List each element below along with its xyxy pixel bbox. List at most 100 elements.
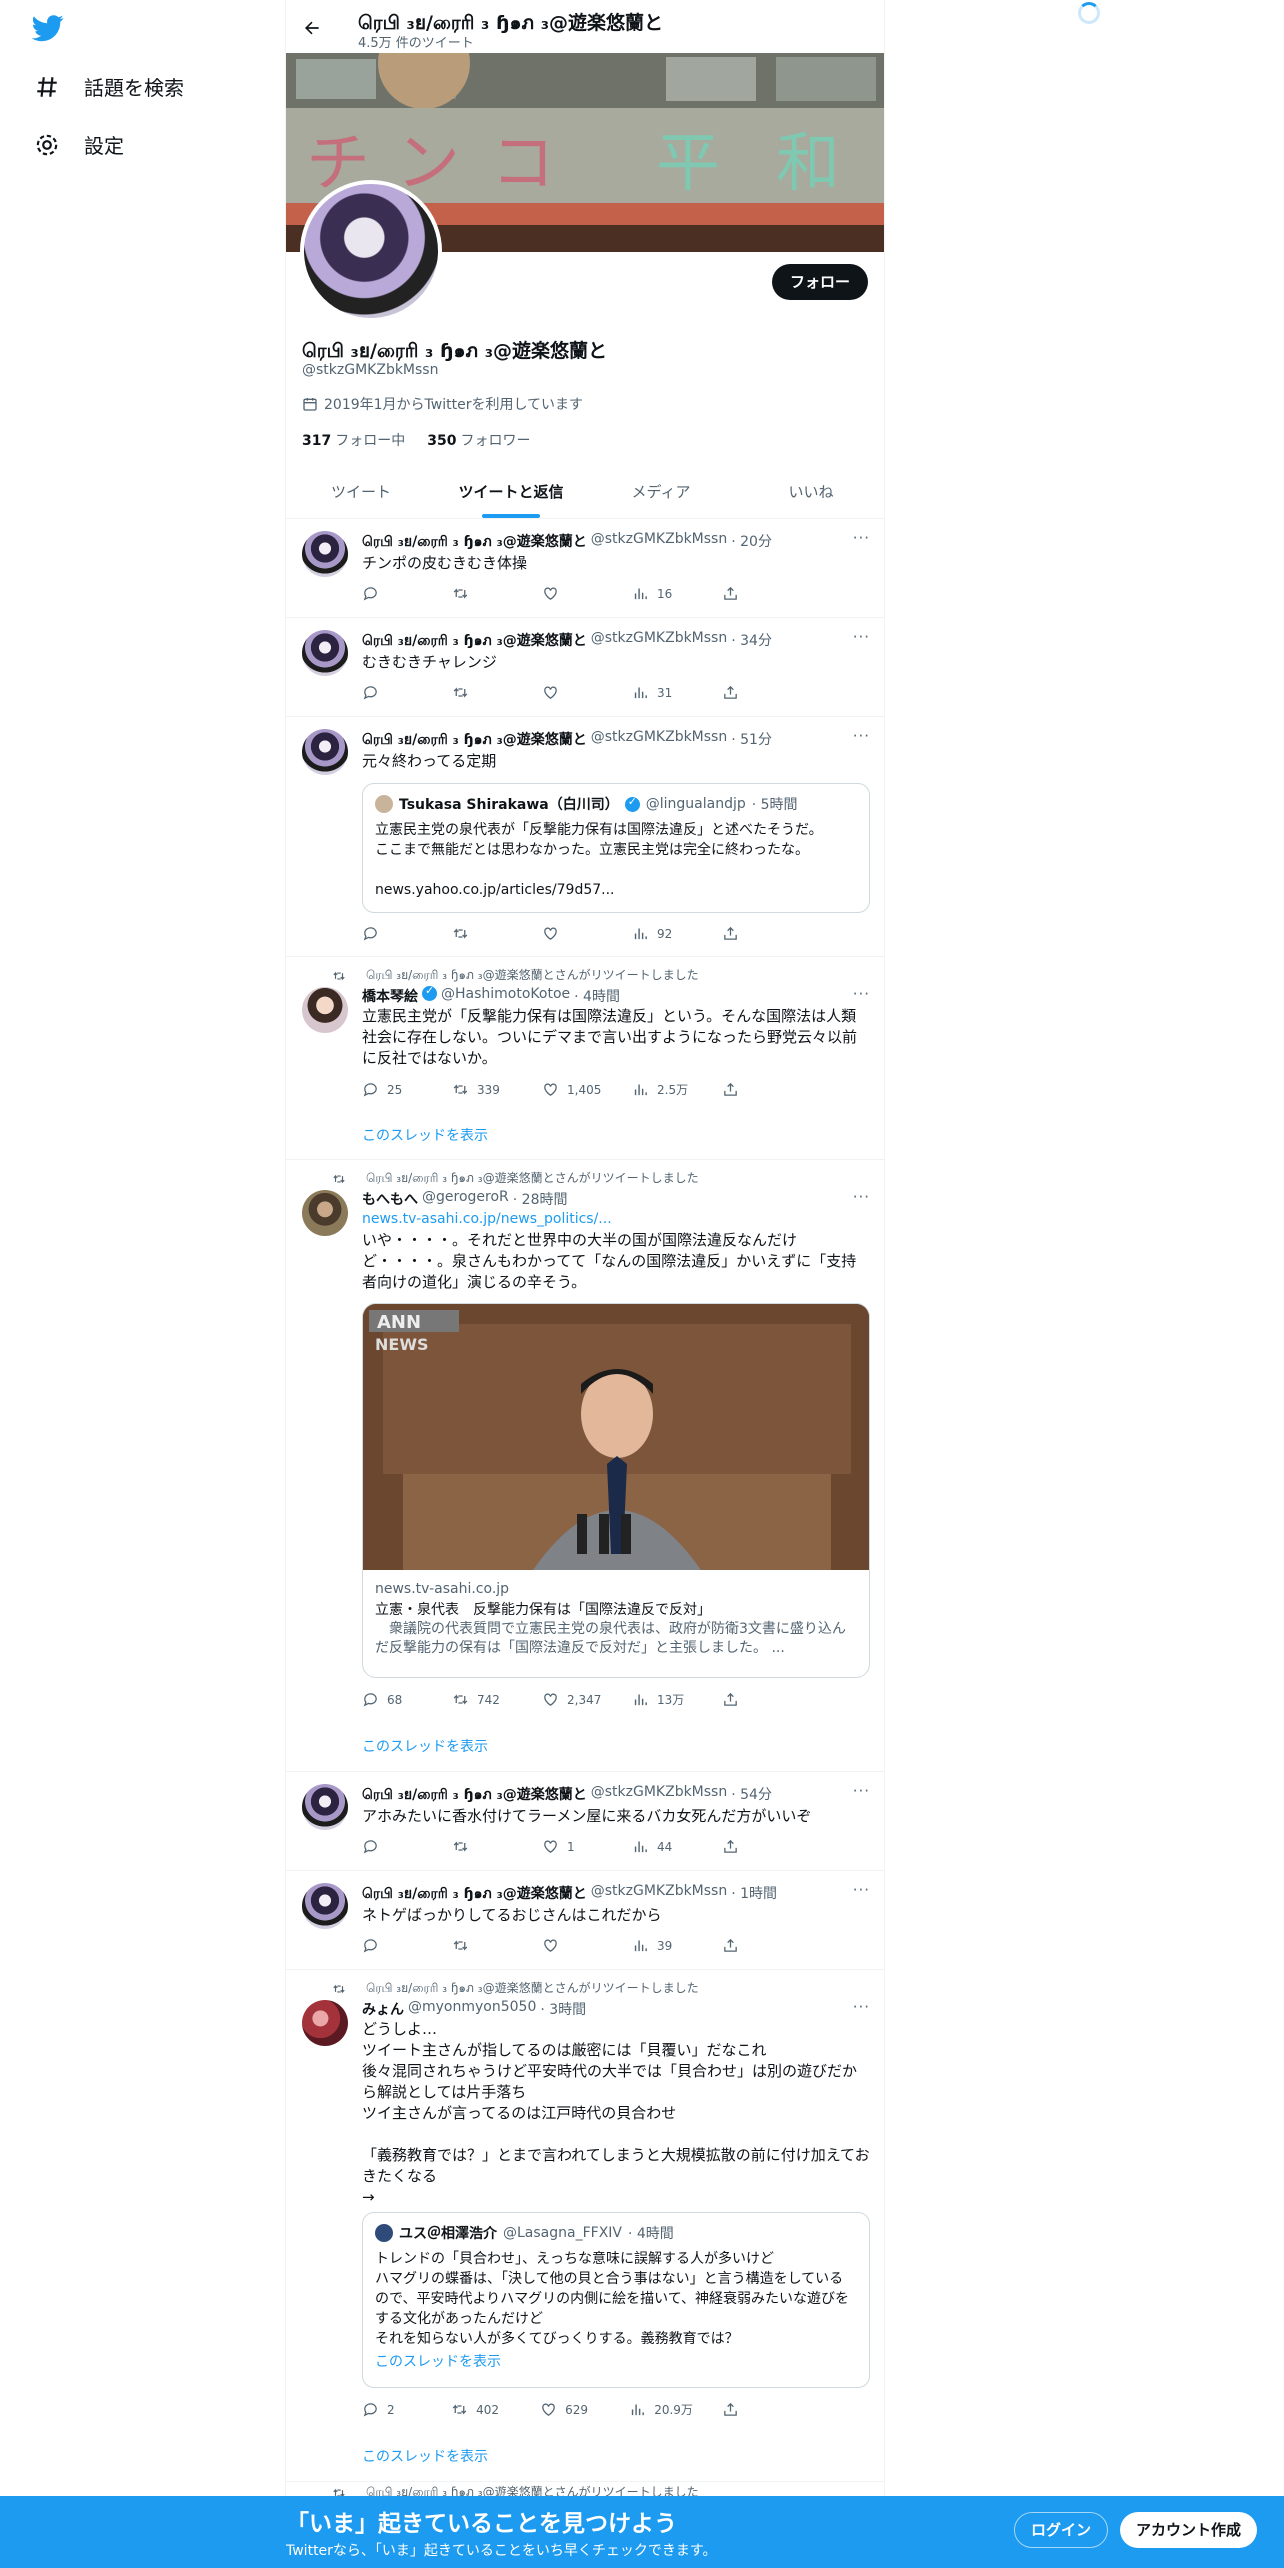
- tweet-author-name[interactable]: ரெபி ₃ย/ரைரி ₃ ɧ๑ภ ₃@遊楽悠蘭と: [362, 1883, 587, 1905]
- share-button[interactable]: [722, 1937, 782, 1954]
- tweet-author-handle[interactable]: @stkzGMKZbkMssn: [591, 729, 727, 751]
- reply-button[interactable]: [362, 1937, 422, 1954]
- tweet[interactable]: ரெபி ₃ย/ரைரி ₃ ɧ๑ภ ₃@遊楽悠蘭とさんがリツイートしました ·…: [286, 957, 884, 1160]
- tweet-author-handle[interactable]: @gerogeroR: [422, 1189, 509, 1209]
- tweet-time[interactable]: · 20分: [731, 531, 772, 553]
- show-thread-link[interactable]: このスレッドを表示: [362, 1736, 488, 1756]
- views-button[interactable]: 31: [632, 684, 692, 701]
- tweet-avatar[interactable]: [302, 987, 348, 1033]
- share-button[interactable]: [722, 925, 782, 942]
- like-button[interactable]: 629: [540, 2401, 600, 2418]
- show-thread-link[interactable]: このスレッドを表示: [362, 1125, 488, 1145]
- tweet[interactable]: ··· ரெபி ₃ย/ரைரி ₃ ɧ๑ภ ₃@遊楽悠蘭と @stkzGMKZb…: [286, 717, 884, 957]
- retweet-button[interactable]: [452, 684, 512, 701]
- tweet-avatar[interactable]: [302, 729, 348, 775]
- tweet[interactable]: ரெபி ₃ย/ரைரி ₃ ɧ๑ภ ₃@遊楽悠蘭とさんがリツイートしました ·…: [286, 1160, 884, 1772]
- tweet[interactable]: ··· ரெபி ₃ย/ரைரி ₃ ɧ๑ภ ₃@遊楽悠蘭と @stkzGMKZb…: [286, 519, 884, 618]
- retweet-button[interactable]: [452, 925, 512, 942]
- tweet-avatar[interactable]: [302, 1190, 348, 1236]
- reply-button[interactable]: [362, 684, 422, 701]
- share-button[interactable]: [722, 1081, 782, 1098]
- views-button[interactable]: 39: [632, 1937, 692, 1954]
- follow-button[interactable]: フォロー: [771, 264, 868, 300]
- tweet[interactable]: ··· ரெபி ₃ย/ரைரி ₃ ɧ๑ภ ₃@遊楽悠蘭と @stkzGMKZb…: [286, 1871, 884, 1970]
- tweet-author-name[interactable]: ரெபி ₃ย/ரைரி ₃ ɧ๑ภ ₃@遊楽悠蘭と: [362, 531, 587, 553]
- reply-button[interactable]: [362, 925, 422, 942]
- followers-link[interactable]: 350 フォロワー: [427, 430, 530, 450]
- tweet-time[interactable]: · 54分: [731, 1784, 772, 1806]
- views-button[interactable]: 2.5万: [632, 1081, 692, 1098]
- views-button[interactable]: 92: [632, 925, 692, 942]
- views-button[interactable]: 44: [632, 1838, 692, 1855]
- tab-likes[interactable]: いいね: [736, 466, 884, 518]
- retweet-button[interactable]: [452, 1937, 512, 1954]
- tweet-author-handle[interactable]: @stkzGMKZbkMssn: [591, 630, 727, 652]
- nav-settings[interactable]: 設定: [34, 130, 124, 159]
- share-button[interactable]: [722, 585, 782, 602]
- tweet-author-handle[interactable]: @stkzGMKZbkMssn: [591, 1784, 727, 1806]
- tab-tweets[interactable]: ツイート: [286, 466, 436, 518]
- retweet-button[interactable]: 402: [451, 2401, 511, 2418]
- tweet[interactable]: ··· ரெபி ₃ย/ரைரி ₃ ɧ๑ภ ₃@遊楽悠蘭と @stkzGMKZb…: [286, 618, 884, 717]
- login-button[interactable]: ログイン: [1014, 2512, 1109, 2548]
- retweet-button[interactable]: 742: [452, 1691, 512, 1708]
- tweet-time[interactable]: · 51分: [731, 729, 772, 751]
- reply-button[interactable]: 68: [362, 1691, 422, 1708]
- reply-button[interactable]: 2: [362, 2401, 422, 2418]
- quote-show-thread-link[interactable]: このスレッドを表示: [375, 2351, 857, 2371]
- tweet-link[interactable]: news.tv-asahi.co.jp/news_politics/...: [362, 1209, 870, 1230]
- retweet-button[interactable]: [452, 585, 512, 602]
- reply-button[interactable]: [362, 585, 422, 602]
- tweet-author-handle[interactable]: @stkzGMKZbkMssn: [591, 1883, 727, 1905]
- tweet-author-handle[interactable]: @HashimotoKotoe: [441, 986, 570, 1006]
- like-button[interactable]: [542, 925, 602, 942]
- show-thread-link[interactable]: このスレッドを表示: [362, 2446, 488, 2466]
- views-button[interactable]: 20.9万: [629, 2401, 693, 2418]
- tweet-avatar[interactable]: [302, 531, 348, 577]
- tab-media[interactable]: メディア: [586, 466, 736, 518]
- tweet[interactable]: ரெபி ₃ย/ரைரி ₃ ɧ๑ภ ₃@遊楽悠蘭とさんがリツイートしました ·…: [286, 1970, 884, 2482]
- like-button[interactable]: [542, 1937, 602, 1954]
- tweet-time[interactable]: · 4時間: [574, 986, 620, 1006]
- share-button[interactable]: [722, 1838, 782, 1855]
- tweet-author-name[interactable]: ரெபி ₃ย/ரைரி ₃ ɧ๑ภ ₃@遊楽悠蘭と: [362, 729, 587, 751]
- signup-button[interactable]: アカウント作成: [1120, 2512, 1258, 2548]
- tweet-author-name[interactable]: ரெபி ₃ย/ரைரி ₃ ɧ๑ภ ₃@遊楽悠蘭と: [362, 1784, 587, 1806]
- back-button[interactable]: [298, 14, 326, 42]
- views-button[interactable]: 13万: [632, 1691, 692, 1708]
- reply-button[interactable]: [362, 1838, 422, 1855]
- retweet-button[interactable]: [452, 1838, 512, 1855]
- link-card[interactable]: ANN NEWS news.tv-asahi.co.jp 立憲・泉代表 反撃能力…: [362, 1303, 870, 1678]
- quoted-tweet[interactable]: ユス＠相澤浩介 @Lasagna_FFXIV · 4時間 トレンドの「貝合わせ」…: [362, 2212, 870, 2388]
- tweet-author-name[interactable]: みょん: [362, 1999, 404, 2019]
- tweet-avatar[interactable]: [302, 630, 348, 676]
- tweet-author-handle[interactable]: @stkzGMKZbkMssn: [591, 531, 727, 553]
- share-button[interactable]: [722, 684, 782, 701]
- like-button[interactable]: 2,347: [542, 1691, 602, 1708]
- reply-button[interactable]: 25: [362, 1081, 422, 1098]
- following-link[interactable]: 317 フォロー中: [302, 430, 405, 450]
- tab-tweets-and-replies[interactable]: ツイートと返信: [436, 466, 586, 518]
- tweet-time[interactable]: · 1時間: [731, 1883, 777, 1905]
- quoted-tweet[interactable]: Tsukasa Shirakawa（白川司） @lingualandjp · 5…: [362, 783, 870, 913]
- retweet-button[interactable]: 339: [452, 1081, 512, 1098]
- share-button[interactable]: [722, 2401, 782, 2418]
- twitter-bird-icon[interactable]: [30, 12, 66, 44]
- like-button[interactable]: [542, 684, 602, 701]
- like-button[interactable]: 1: [542, 1838, 602, 1855]
- tweet-avatar[interactable]: [302, 1883, 348, 1929]
- tweet-avatar[interactable]: [302, 2000, 348, 2046]
- like-button[interactable]: 1,405: [542, 1081, 602, 1098]
- tweet-author-name[interactable]: ரெபி ₃ย/ரைரி ₃ ɧ๑ภ ₃@遊楽悠蘭と: [362, 630, 587, 652]
- tweet[interactable]: ··· ரெபி ₃ย/ரைரி ₃ ɧ๑ภ ₃@遊楽悠蘭と @stkzGMKZb…: [286, 1772, 884, 1871]
- profile-avatar[interactable]: [300, 180, 442, 322]
- tweet-avatar[interactable]: [302, 1784, 348, 1830]
- tweet-time[interactable]: · 3時間: [540, 1999, 586, 2019]
- tweet-author-name[interactable]: 橋本琴絵: [362, 986, 418, 1006]
- views-button[interactable]: 16: [632, 585, 692, 602]
- share-button[interactable]: [722, 1691, 782, 1708]
- nav-explore[interactable]: 話題を検索: [34, 72, 184, 101]
- tweet-time[interactable]: · 34分: [731, 630, 772, 652]
- tweet-time[interactable]: · 28時間: [513, 1189, 568, 1209]
- tweet-author-handle[interactable]: @myonmyon5050: [408, 1999, 536, 2019]
